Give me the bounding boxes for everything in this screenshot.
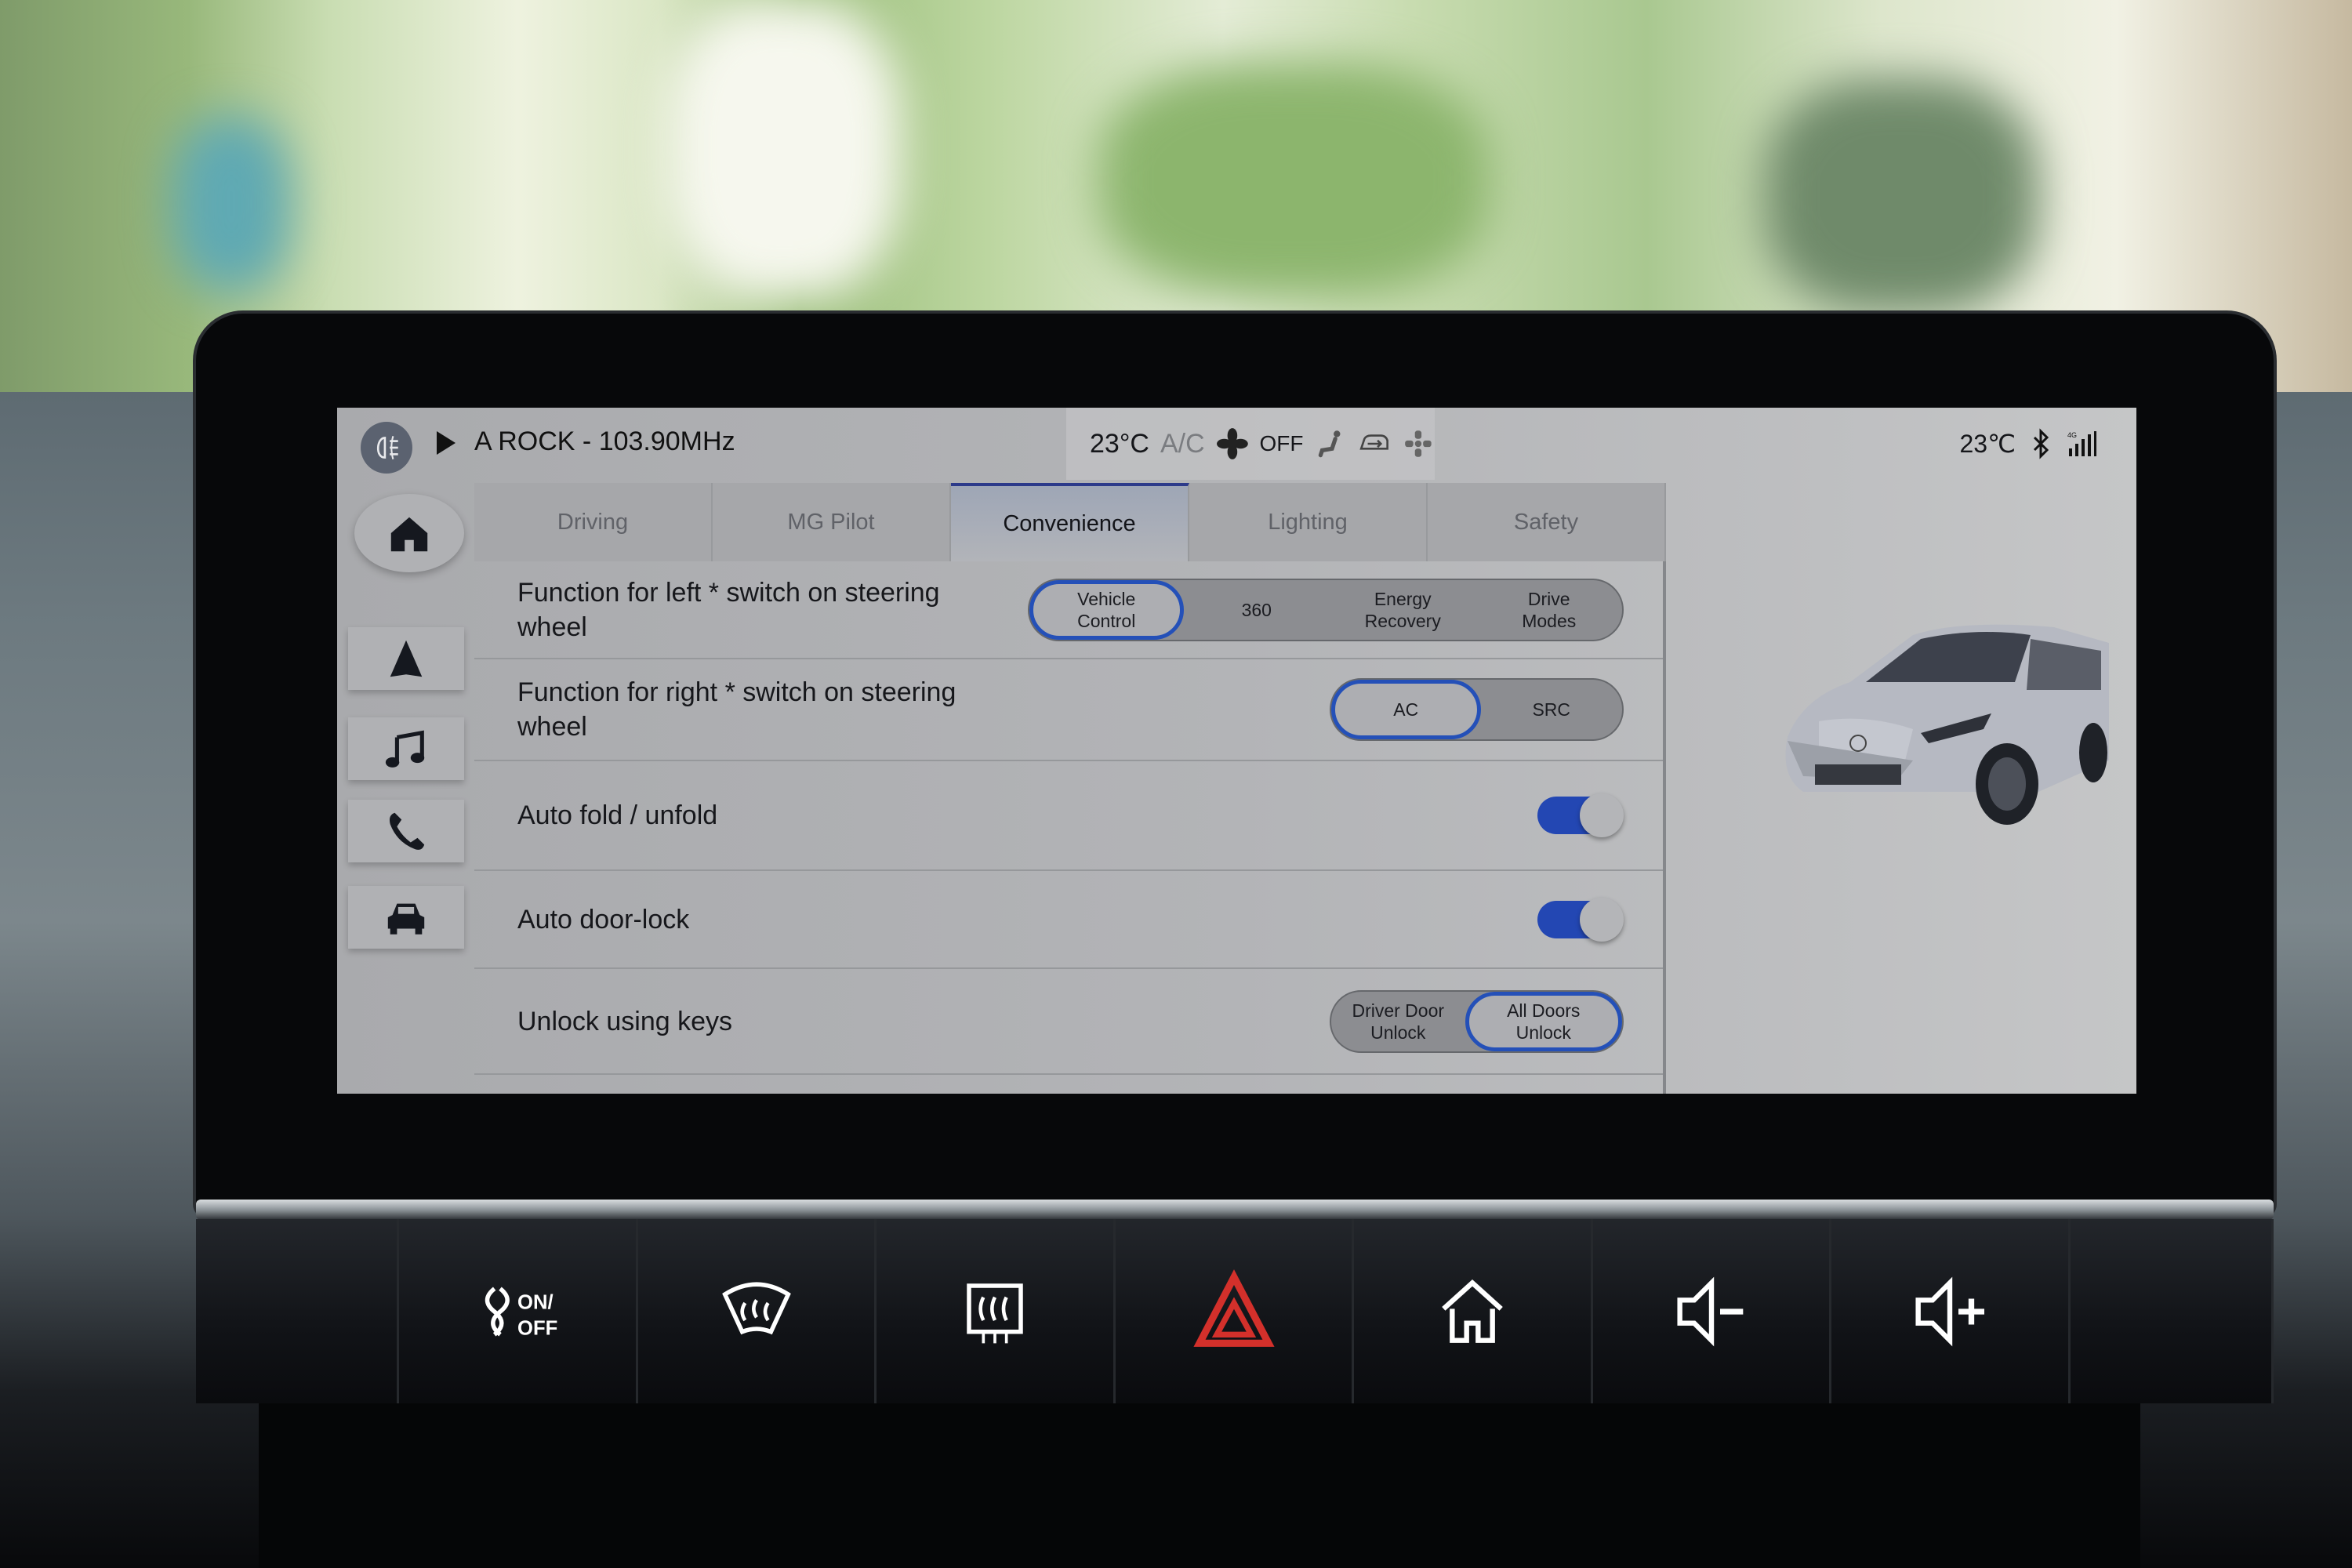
option-vehicle-control[interactable]: Vehicle Control	[1029, 579, 1184, 640]
volume-down-icon	[1676, 1276, 1743, 1346]
display-mount	[259, 1403, 2140, 1568]
dock-vehicle-button[interactable]	[348, 886, 464, 949]
navigation-icon	[390, 640, 423, 677]
airflow-icon	[1405, 430, 1432, 457]
option-src[interactable]: SRC	[1481, 680, 1623, 739]
chrome-trim	[196, 1200, 2274, 1220]
play-icon[interactable]	[437, 431, 456, 455]
tab-convenience[interactable]: Convenience	[951, 483, 1189, 561]
tab-mg-pilot[interactable]: MG Pilot	[713, 483, 951, 561]
blurred-object	[172, 118, 290, 290]
dock-navigation-button[interactable]	[348, 627, 464, 690]
fan-off-label: OFF	[517, 1317, 557, 1339]
bluetooth-icon	[2033, 428, 2049, 459]
vehicle-preview-image	[1785, 624, 2109, 825]
left-switch-selector: Vehicle Control 360 Energy Recovery Drive M…	[1028, 578, 1624, 641]
auto-fold-toggle[interactable]	[1537, 793, 1624, 837]
option-driver-door-unlock[interactable]: Driver Door Unlock	[1331, 992, 1465, 1051]
car-icon	[387, 903, 425, 935]
hw-blank-right	[2070, 1219, 2274, 1403]
music-icon	[385, 730, 425, 768]
setting-right-switch: Function for right * switch on steering …	[474, 659, 1663, 761]
option-drive-modes[interactable]: Drive Modes	[1476, 580, 1623, 640]
radio-station[interactable]: A ROCK - 103.90MHz	[474, 426, 735, 457]
phone-icon	[389, 812, 425, 850]
left-dock	[337, 478, 466, 1094]
hw-rear-defrost-button[interactable]	[877, 1219, 1116, 1403]
system-status: 23℃ 4G	[1959, 428, 2097, 459]
front-defrost-icon	[721, 1281, 791, 1334]
setting-auto-fold: Auto fold / unfold	[474, 761, 1663, 871]
climate-status[interactable]: 23°C A/C OFF	[1066, 408, 1435, 480]
setting-label: Function for right * switch on steering …	[517, 677, 956, 742]
settings-tabs: Driving MG Pilot Convenience Lighting Sa…	[474, 483, 1666, 561]
rear-fog-lamp-button[interactable]	[361, 422, 412, 474]
hw-volume-up-button[interactable]	[1831, 1219, 2071, 1403]
rear-defrost-icon	[967, 1283, 1023, 1343]
signal-4g-icon: 4G	[2067, 431, 2096, 456]
rear-fog-lamp-icon	[376, 436, 398, 459]
hazard-icon	[1192, 1269, 1275, 1347]
tab-driving[interactable]: Driving	[474, 483, 713, 561]
setting-left-switch: Function for left * switch on steering w…	[474, 561, 1663, 659]
signal-type: 4G	[2067, 431, 2077, 439]
setting-unlock-keys: Unlock using keys Driver Door Unlock All …	[474, 969, 1663, 1075]
hw-front-defrost-button[interactable]	[637, 1219, 877, 1403]
recirculation-icon	[1359, 434, 1389, 450]
tab-safety[interactable]: Safety	[1428, 483, 1666, 561]
blurred-foliage	[1764, 78, 2038, 314]
blurred-light	[666, 0, 902, 298]
option-360[interactable]: 360	[1184, 580, 1330, 640]
hw-volume-down-button[interactable]	[1592, 1219, 1832, 1403]
volume-up-icon	[1915, 1276, 1985, 1346]
toggle-knob	[1580, 793, 1624, 837]
dock-media-button[interactable]	[348, 717, 464, 780]
home-icon	[1442, 1279, 1503, 1343]
setting-label: Auto fold / unfold	[517, 800, 718, 830]
setting-auto-door-lock: Auto door-lock	[474, 871, 1663, 969]
convenience-settings-list[interactable]: Function for left * switch on steering w…	[474, 561, 1666, 1094]
tab-lighting[interactable]: Lighting	[1189, 483, 1428, 561]
outside-temperature: 23℃	[1959, 430, 2016, 458]
fan-on-off-icon: ON/ OFF	[485, 1287, 557, 1339]
hw-blank-left	[196, 1219, 400, 1403]
option-all-doors-unlock[interactable]: All Doors Unlock	[1465, 991, 1622, 1051]
home-icon	[390, 517, 428, 552]
fan-icon	[1216, 428, 1248, 459]
setting-label: Unlock using keys	[517, 1006, 733, 1036]
option-ac[interactable]: AC	[1331, 680, 1481, 739]
toggle-knob	[1580, 897, 1624, 942]
unlock-keys-selector: Driver Door Unlock All Doors Unlock	[1330, 989, 1624, 1053]
hw-fan-on-off-button[interactable]: ON/ OFF	[399, 1219, 638, 1403]
setting-label: Auto door-lock	[517, 904, 690, 935]
fan-status: OFF	[1259, 431, 1304, 456]
blurred-foliage	[1098, 63, 1490, 298]
seat-heat-icon	[1319, 430, 1341, 458]
dock-phone-button[interactable]	[348, 800, 464, 862]
infotainment-screen: A ROCK - 103.90MHz 23°C A/C OFF 23℃ 4G D…	[337, 408, 2136, 1094]
hw-hazard-button[interactable]	[1115, 1219, 1355, 1403]
ac-label: A/C	[1160, 428, 1205, 459]
auto-door-lock-toggle[interactable]	[1537, 897, 1624, 942]
option-energy-recovery[interactable]: Energy Recovery	[1330, 580, 1476, 640]
climate-temperature: 23°C	[1090, 428, 1149, 459]
hw-home-button[interactable]	[1354, 1219, 1593, 1403]
fan-on-label: ON/	[517, 1291, 554, 1313]
setting-label: Function for left * switch on steering w…	[517, 577, 940, 642]
dock-home-button[interactable]	[354, 494, 464, 572]
right-switch-selector: AC SRC	[1330, 678, 1624, 741]
hardware-button-bar: ON/ OFF	[196, 1219, 2274, 1403]
